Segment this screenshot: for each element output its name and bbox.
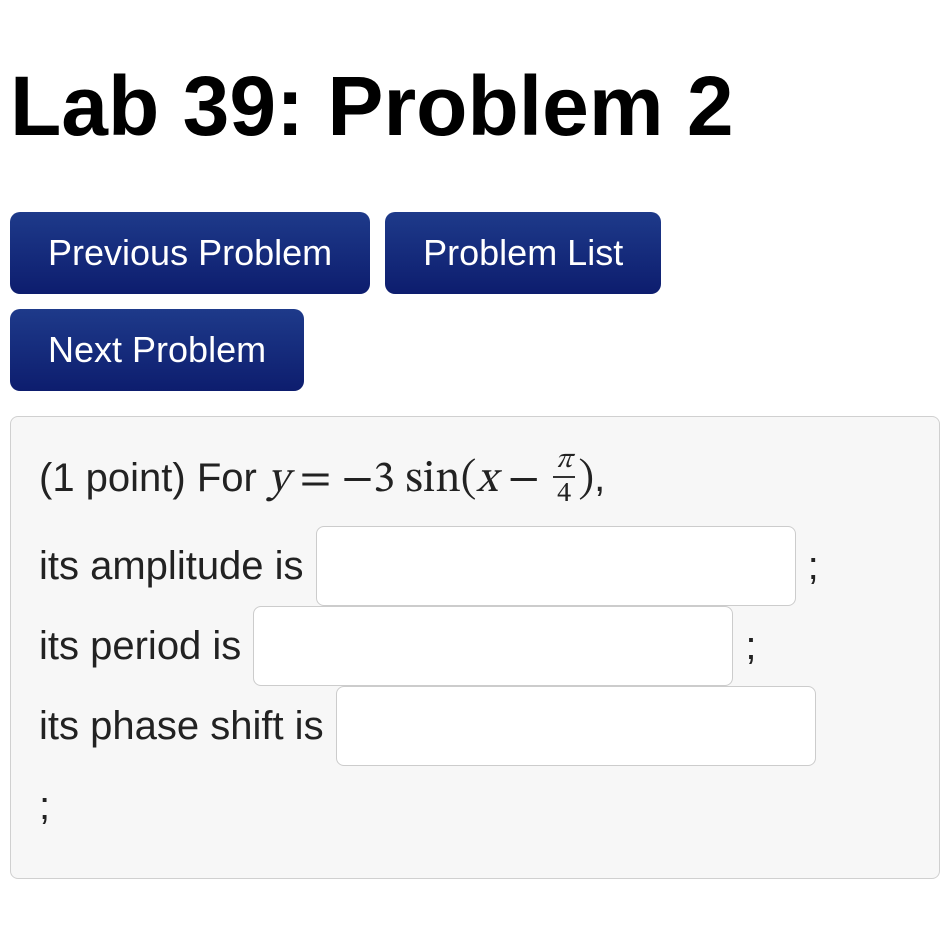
- problem-box: (1 point) For y = −3 sin(x − π 4 ), its …: [10, 416, 940, 878]
- page-title: Lab 39: Problem 2: [10, 60, 940, 152]
- problem-list-button[interactable]: Problem List: [385, 212, 661, 294]
- phase-input[interactable]: [336, 686, 816, 766]
- previous-problem-button[interactable]: Previous Problem: [10, 212, 370, 294]
- points-prefix: (1 point) For: [39, 456, 268, 500]
- amplitude-input[interactable]: [316, 526, 796, 606]
- phase-line: its phase shift is: [39, 686, 911, 766]
- next-problem-button[interactable]: Next Problem: [10, 309, 304, 391]
- nav-button-row: Previous Problem Problem List Next Probl…: [10, 212, 940, 391]
- phase-semicolon-line: ;: [39, 766, 911, 846]
- problem-equation-line: (1 point) For y = −3 sin(x − π 4 ),: [39, 445, 911, 515]
- phase-semicolon: ;: [39, 766, 50, 846]
- amplitude-line: its amplitude is ;: [39, 526, 911, 606]
- amplitude-label: its amplitude is: [39, 526, 304, 606]
- period-input[interactable]: [253, 606, 733, 686]
- period-semicolon: ;: [745, 606, 756, 686]
- equation-comma: ,: [594, 456, 605, 500]
- amplitude-semicolon: ;: [808, 526, 819, 606]
- period-line: its period is ;: [39, 606, 911, 686]
- equation-math: y = −3 sin(x − π 4 ): [268, 458, 594, 502]
- phase-label: its phase shift is: [39, 686, 324, 766]
- period-label: its period is: [39, 606, 241, 686]
- fraction-pi-over-4: π 4: [552, 446, 577, 508]
